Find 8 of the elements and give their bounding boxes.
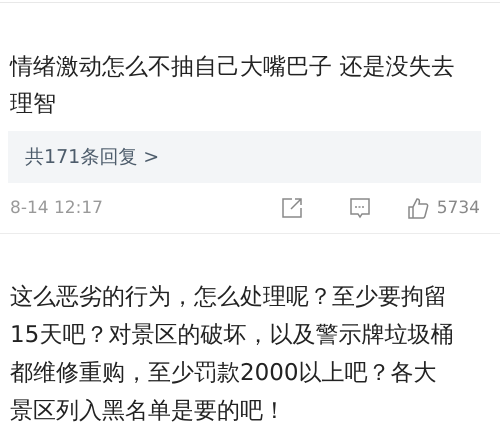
like-count: 5734: [436, 198, 480, 218]
comment-time: 8-14 12:17: [10, 198, 104, 218]
comment-text: 这么恶劣的行为，怎么处理呢？至少要拘留 15天吧？对景区的破坏，以及警示牌垃圾桶 都维修重购，至少罚款2000以上吧？各大 景区列入黑名单是要的吧！: [10, 283, 454, 426]
share-icon[interactable]: [280, 197, 303, 219]
comment-text: 情绪激动怎么不抽自己大嘴巴子 还是没失去 理智: [10, 53, 456, 119]
replies-link[interactable]: 共171条回复 >: [8, 131, 481, 183]
comment-icon[interactable]: [348, 197, 371, 219]
thumbs-up-icon[interactable]: [406, 197, 429, 219]
